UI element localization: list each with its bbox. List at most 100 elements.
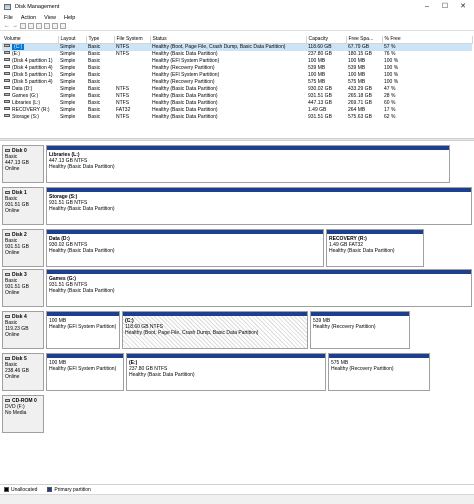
disk-label[interactable]: Disk 2 Basic 931.51 GB Online — [2, 229, 44, 267]
col-status[interactable]: Status — [150, 36, 307, 44]
table-row[interactable]: (Disk 4 partition 1) Simple Basic Healthy (… — [2, 58, 472, 65]
col-percent-free[interactable]: % Free — [382, 36, 473, 44]
disk-list-icon[interactable] — [52, 23, 58, 29]
table-row[interactable]: Libraries (L:) Simple Basic NTFS Healthy (Ba… — [2, 100, 472, 107]
cell-volume: (Disk 5 partition 4) — [2, 79, 58, 86]
cell-volume: Libraries (L:) — [2, 100, 58, 107]
legend-primary: Primary partition — [54, 486, 91, 493]
table-row[interactable]: RECOVERY (R:) Simple Basic FAT32 Healthy (Ba… — [2, 107, 472, 114]
col-layout[interactable]: Layout — [58, 36, 87, 44]
help-icon[interactable] — [36, 23, 42, 29]
console-tree-icon[interactable] — [20, 23, 26, 29]
partition-status: Healthy (Basic Data Partition) — [129, 372, 195, 378]
partition-info: 100 MB Healthy (EFI System Partition) — [47, 358, 123, 374]
partition-block[interactable]: 100 MB Healthy (EFI System Partition) — [46, 353, 124, 391]
partition-block[interactable]: Data (D:) 930.02 GB NTFS Healthy (Basic Da… — [46, 229, 324, 267]
partition-block[interactable]: (C:) 118.60 GB NTFS Healthy (Boot, Page Fi… — [122, 311, 308, 349]
partition-block[interactable]: Libraries (L:) 447.13 GB NTFS Healthy (Bas… — [46, 145, 450, 183]
cell-type: Basic — [88, 107, 101, 113]
cell-capacity: 237.80 GB — [308, 51, 332, 57]
partition-block[interactable]: 100 MB Healthy (EFI System Partition) — [46, 311, 120, 349]
table-row[interactable]: (Disk 5 partition 1) Simple Basic Healthy (… — [2, 72, 472, 79]
minimize-icon[interactable]: – — [418, 0, 436, 12]
disk-label[interactable]: CD-ROM 0 DVD (F:) No Media — [2, 395, 44, 433]
close-icon[interactable]: ✕ — [454, 0, 472, 12]
menu-help[interactable]: Help — [64, 15, 75, 21]
forward-arrow-icon[interactable]: → — [12, 23, 18, 29]
cell-layout: Simple — [60, 86, 76, 92]
menu-file[interactable]: File — [4, 15, 13, 21]
disk-label[interactable]: Disk 1 Basic 931.51 GB Online — [2, 187, 44, 225]
cell-status: Healthy (Recovery Partition) — [152, 65, 215, 71]
partition-status: Healthy (EFI System Partition) — [49, 324, 117, 330]
disk-status: No Media — [5, 410, 27, 416]
back-arrow-icon[interactable]: ← — [4, 23, 10, 29]
volume-drive-icon — [4, 65, 10, 69]
partition-status: Healthy (Basic Data Partition) — [49, 206, 115, 212]
cell-volume: RECOVERY (R:) — [2, 107, 58, 114]
partition-block[interactable]: Games (G:) 931.51 GB NTFS Healthy (Basic D… — [46, 269, 472, 307]
disk-label[interactable]: Disk 3 Basic 931.51 GB Online — [2, 269, 44, 307]
volume-name: Libraries (L:) — [12, 100, 41, 106]
col-capacity[interactable]: Capacity — [306, 36, 347, 44]
cell-volume: Data (D:) — [2, 86, 58, 93]
graphical-view-icon[interactable] — [60, 23, 66, 29]
cell-file-system: NTFS — [114, 43, 150, 51]
cell-status: Healthy (Basic Data Partition) — [152, 100, 218, 106]
table-row[interactable]: Games (G:) Simple Basic NTFS Healthy (Basic … — [2, 93, 472, 100]
table-row[interactable]: (C:) Simple Basic NTFS Healthy (Boot, Page F… — [2, 43, 472, 51]
menu-action[interactable]: Action — [21, 15, 36, 21]
table-row[interactable]: (E:) Simple Basic NTFS Healthy (Basic Data P… — [2, 51, 472, 58]
disk-icon — [5, 315, 10, 319]
disk-label[interactable]: Disk 0 Basic 447.13 GB Online — [2, 145, 44, 183]
volume-drive-icon — [4, 51, 10, 55]
partition-info: Libraries (L:) 447.13 GB NTFS Healthy (Bas… — [47, 150, 449, 172]
disk-label[interactable]: Disk 5 Basic 238.46 GB Online — [2, 353, 44, 391]
col-free-space[interactable]: Free Spa... — [346, 36, 383, 44]
col-type[interactable]: Type — [86, 36, 115, 44]
partition-info: Games (G:) 931.51 GB NTFS Healthy (Basic D… — [47, 274, 471, 296]
partition-block[interactable]: (E:) 237.80 GB NTFS Healthy (Basic Data Pa… — [126, 353, 326, 391]
disk-icon — [5, 357, 10, 361]
menu-view[interactable]: View — [44, 15, 56, 21]
cell-file-system — [114, 65, 150, 72]
cell-volume: Games (G:) — [2, 93, 58, 100]
cell-type: Basic — [88, 65, 101, 71]
partition-block[interactable]: RECOVERY (R:) 1.49 GB FAT32 Healthy (Basic… — [326, 229, 424, 267]
volume-drive-icon — [4, 100, 10, 104]
cell-layout: Simple — [60, 100, 76, 106]
maximize-icon[interactable]: ☐ — [436, 0, 454, 12]
cell-free-space: 575 MB — [348, 79, 366, 85]
partition-block[interactable]: 539 MB Healthy (Recovery Partition) — [310, 311, 410, 349]
partition-block[interactable]: Storage (S:) 931.51 GB NTFS Healthy (Basic… — [46, 187, 472, 225]
table-row[interactable]: (Disk 4 partition 4) Simple Basic Healthy (… — [2, 65, 472, 72]
table-row[interactable]: Data (D:) Simple Basic NTFS Healthy (Basic D… — [2, 86, 472, 93]
volume-list-header: Volume Layout Type File System Status Ca… — [2, 36, 473, 44]
legend-unallocated: Unallocated — [11, 486, 38, 493]
cell-status: Healthy (Basic Data Partition) — [152, 51, 218, 57]
partition-block[interactable]: 575 MB Healthy (Recovery Partition) — [328, 353, 430, 391]
volume-name: Games (G:) — [12, 93, 39, 99]
status-bar — [0, 494, 474, 504]
cell-percent-free: 47 % — [384, 86, 396, 92]
primary-partition-swatch — [47, 487, 53, 492]
partition-info: 100 MB Healthy (EFI System Partition) — [47, 316, 119, 332]
volume-list: Volume Layout Type File System Status Ca… — [2, 36, 473, 121]
disk-label[interactable]: Disk 4 Basic 119.23 GB Online — [2, 311, 44, 349]
volume-drive-icon — [4, 72, 10, 76]
disk-status: Online — [5, 250, 20, 256]
col-volume[interactable]: Volume — [2, 36, 59, 44]
cell-free-space: 433.29 GB — [348, 86, 372, 92]
cell-file-system: NTFS — [116, 51, 130, 57]
table-row[interactable]: Storage (S:) Simple Basic NTFS Healthy (Basi… — [2, 114, 472, 121]
cell-capacity: 100 MB — [308, 58, 326, 64]
cell-free-space: 539 MB — [348, 65, 366, 71]
connect-icon[interactable] — [44, 23, 50, 29]
cell-layout: Simple — [60, 107, 76, 113]
table-row[interactable]: (Disk 5 partition 4) Simple Basic Healthy (… — [2, 79, 472, 86]
col-file-system[interactable]: File System — [114, 36, 151, 44]
partition-info: Storage (S:) 931.51 GB NTFS Healthy (Basic… — [47, 192, 471, 214]
properties-icon[interactable] — [28, 23, 34, 29]
disk-row: Disk 1 Basic 931.51 GB Online Storage (S:) 93… — [2, 187, 472, 225]
cell-volume: (Disk 4 partition 4) — [2, 65, 58, 72]
